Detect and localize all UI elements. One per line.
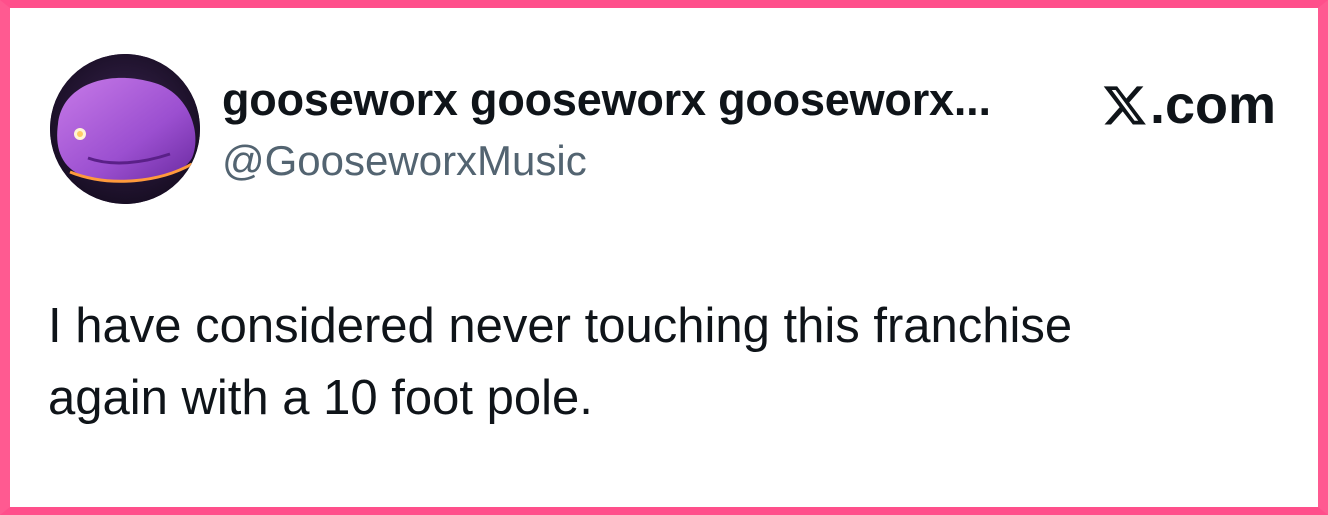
avatar-image-icon — [50, 54, 200, 204]
post-card-frame: gooseworx gooseworx gooseworx... @Goosew… — [0, 0, 1328, 515]
user-handle[interactable]: @GooseworxMusic — [222, 135, 587, 187]
display-name[interactable]: gooseworx gooseworx gooseworx... — [222, 72, 991, 128]
avatar[interactable] — [50, 54, 200, 204]
site-label: .com — [1150, 75, 1277, 135]
x-logo-icon — [1102, 82, 1148, 128]
post-text: I have considered never touching this fr… — [48, 299, 1073, 425]
site-brand: .com — [1102, 74, 1276, 136]
